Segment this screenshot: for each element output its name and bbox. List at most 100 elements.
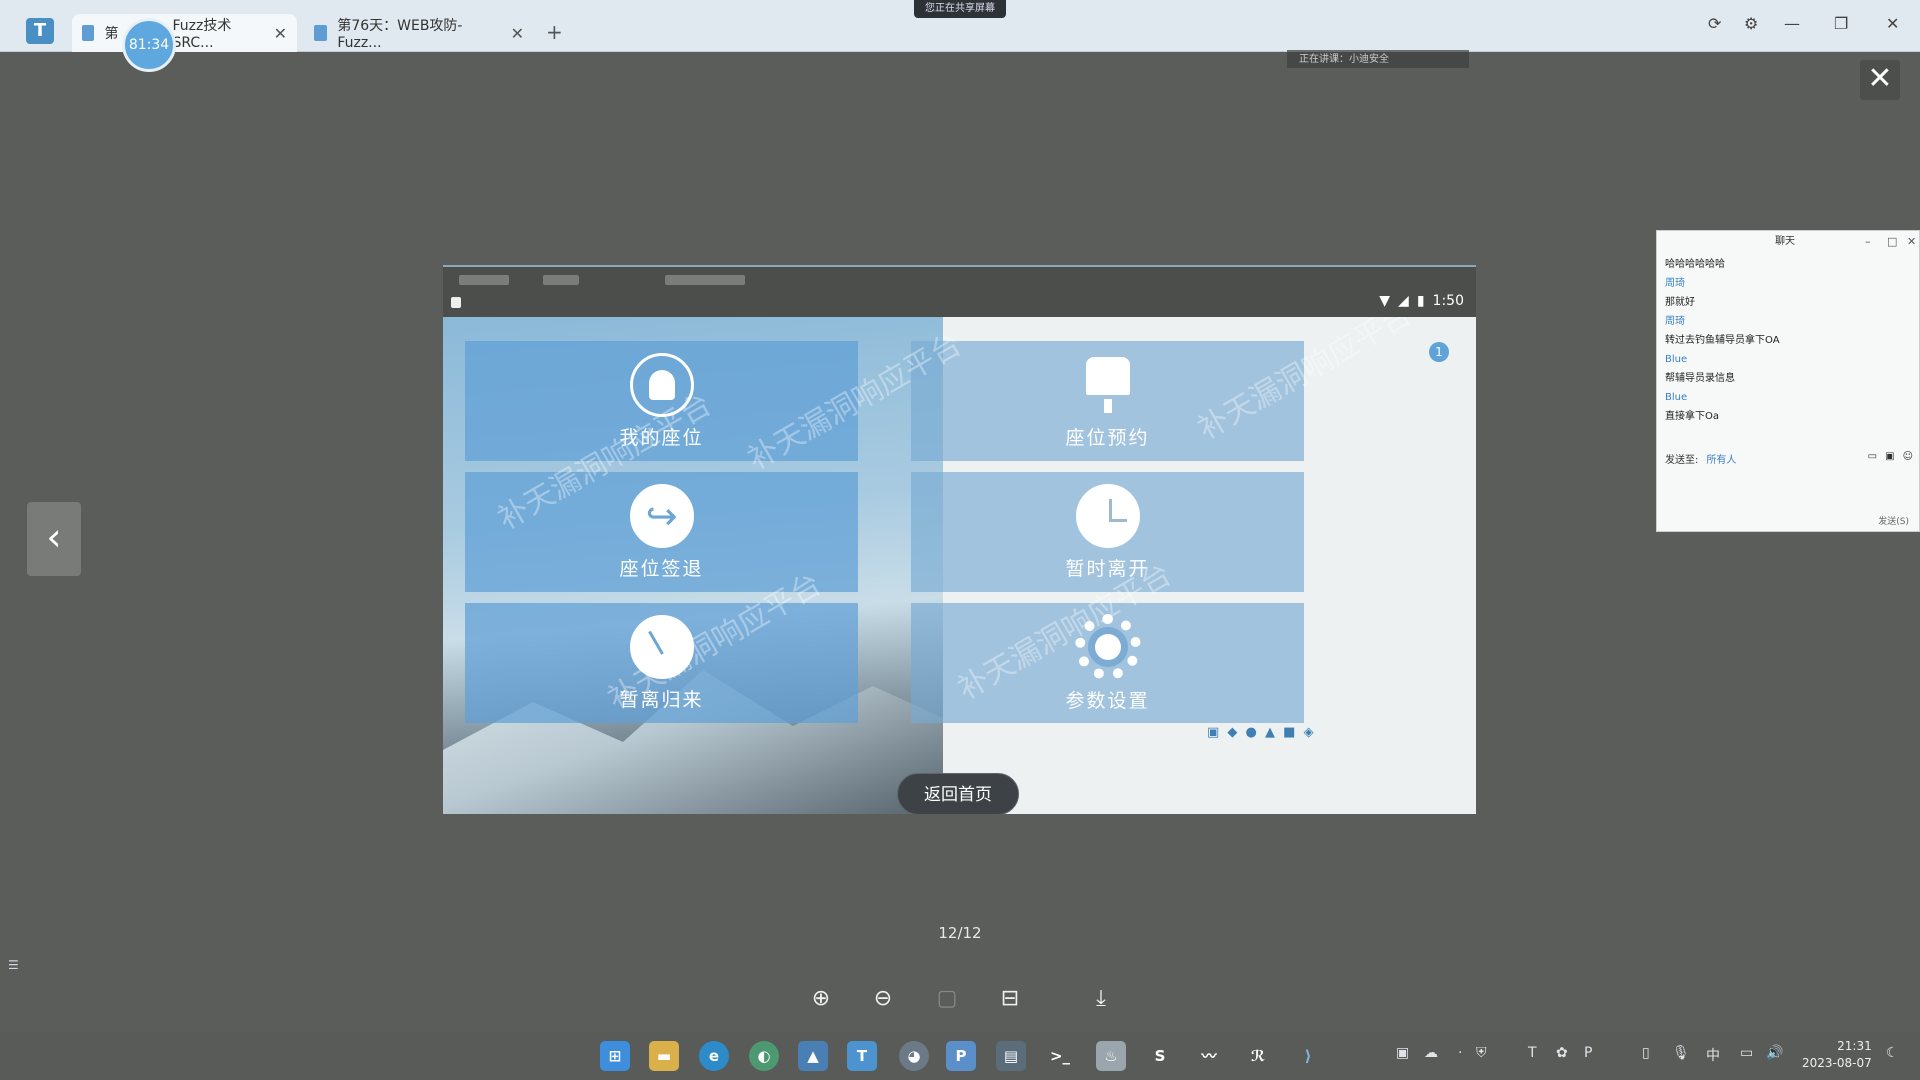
minimize-button[interactable]: – [1865, 231, 1871, 253]
zoom-in-icon[interactable]: ⊕ [806, 986, 836, 1011]
tile-settings[interactable]: 参数设置 [911, 603, 1304, 723]
refresh-icon[interactable]: ⟳ [1708, 14, 1721, 33]
settings-icon[interactable]: ⚙ [1744, 14, 1758, 33]
status-blur [459, 275, 509, 285]
tile-label: 我的座位 [619, 426, 704, 449]
person-icon[interactable]: ☺ [1903, 451, 1913, 466]
system-clock[interactable]: 21:31 2023-08-07 [1802, 1038, 1872, 1072]
screen-share-banner[interactable]: 您正在共享屏幕 [914, 0, 1006, 18]
phone-status: ▼ ◢ ▮ 1:50 [1379, 293, 1464, 309]
fit-screen-icon[interactable]: ▢ [932, 986, 962, 1011]
phone-screenshot: ▼ ◢ ▮ 1:50 我的座位 座位预约 座位签退 暂时离开 暂离归来 [443, 265, 1476, 814]
chat-title: 聊天 [1775, 236, 1795, 247]
input-method[interactable]: 中 [1706, 1045, 1720, 1065]
java-icon[interactable]: ♨ [1096, 1041, 1126, 1071]
tray-app-icon[interactable]: ▣ [1396, 1045, 1409, 1061]
send-to-label: 发送至: [1665, 455, 1699, 466]
phone-time: 1:50 [1432, 293, 1464, 309]
terminal-app-icon[interactable]: ▤ [996, 1041, 1026, 1071]
tab-fuzz-src[interactable]: 第 Fuzz技术SRC... ✕ [72, 14, 297, 52]
p-app-icon[interactable]: P [946, 1041, 976, 1071]
notification-badge[interactable]: 1 [1429, 342, 1449, 362]
tray-p-icon[interactable]: P [1584, 1045, 1592, 1061]
clock-date: 2023-08-07 [1802, 1056, 1872, 1070]
tray-gear-icon[interactable]: ✿ [1556, 1045, 1568, 1061]
tile-seat-signout[interactable]: 座位签退 [465, 472, 858, 592]
photos-icon[interactable]: ▲ [798, 1041, 828, 1071]
rotate-icon[interactable]: ⊟ [995, 986, 1025, 1011]
chat-message: 帮辅导员录信息 [1665, 373, 1735, 384]
chat-titlebar: 聊天 – □ ✕ [1657, 231, 1919, 253]
chat-message: 转过去钓鱼辅导员拿下OA [1665, 335, 1780, 346]
volume-icon[interactable]: 🔊 [1766, 1045, 1783, 1061]
chat-panel: 聊天 – □ ✕ 哈哈哈哈哈哈 周琦 那就好 周琦 转过去钓鱼辅导员拿下OA B… [1656, 230, 1920, 532]
image-icon[interactable]: ▣ [1885, 451, 1894, 466]
minimize-button[interactable]: — [1784, 14, 1800, 33]
start-menu-icon[interactable]: ⊞ [600, 1041, 630, 1071]
network-icon[interactable]: ▭ [1740, 1045, 1753, 1061]
tile-my-seat[interactable]: 我的座位 [465, 341, 858, 461]
tile-label: 参数设置 [1065, 689, 1150, 712]
tab-label: 第 [104, 26, 119, 42]
microphone-icon[interactable]: 🎙 [1672, 1045, 1690, 1061]
list-icon[interactable]: ☰ [8, 958, 19, 972]
chat-sender: 周琦 [1665, 278, 1685, 289]
signal-icon: ◢ [1398, 293, 1409, 309]
night-mode-icon[interactable]: ☾ [1886, 1045, 1899, 1061]
chat-message: 直接拿下Oa [1665, 411, 1719, 422]
dragon-app-icon[interactable]: ℛ [1243, 1041, 1273, 1071]
close-window-button[interactable]: ✕ [1886, 14, 1899, 33]
chat-message: 那就好 [1665, 297, 1695, 308]
download-icon[interactable]: ⤓ [1086, 986, 1116, 1011]
app-logo-icon[interactable]: T [26, 18, 54, 44]
clock-icon [1075, 483, 1140, 548]
edge-browser-icon[interactable]: e [699, 1041, 729, 1071]
vscode-icon[interactable]: ⟩ [1293, 1041, 1323, 1071]
shield-icon[interactable]: ⛨ [1476, 1045, 1487, 1061]
tray-dot-icon[interactable]: · [1458, 1045, 1462, 1061]
folder-icon[interactable]: ▭ [1868, 451, 1877, 466]
tab-web-fuzz[interactable]: 第76天：WEB攻防-Fuzz... ✕ [304, 14, 534, 52]
app-screen: 我的座位 座位预约 座位签退 暂时离开 暂离归来 参数设置 1 补天漏洞响应平台… [443, 317, 1476, 814]
signout-icon [629, 483, 694, 548]
status-blur [543, 275, 579, 285]
image-counter: 12/12 [938, 924, 982, 942]
previous-image-button[interactable]: ‹ [27, 502, 81, 576]
chair-icon [1076, 353, 1140, 417]
chat-app-icon[interactable]: ◐ [749, 1041, 779, 1071]
lock-icon [451, 297, 461, 308]
close-tab-icon[interactable]: ✕ [511, 24, 524, 43]
chat-send-to: 发送至: 所有人 ▭ ▣ ☺ [1665, 451, 1913, 466]
close-button[interactable]: ✕ [1907, 231, 1916, 253]
tab-label-tail: Fuzz技术SRC... [172, 18, 232, 51]
paint-icon[interactable]: ◕ [899, 1041, 929, 1071]
document-icon [82, 25, 95, 41]
new-tab-button[interactable]: + [546, 20, 563, 44]
tray-meeting-icon[interactable]: T [1528, 1045, 1537, 1061]
wireshark-icon[interactable]: 〰 [1194, 1041, 1224, 1071]
maximize-button[interactable]: □ [1887, 231, 1897, 253]
close-viewer-button[interactable]: ✕ [1860, 60, 1900, 100]
tile-label: 暂离归来 [619, 688, 704, 711]
send-to-select[interactable]: 所有人 [1706, 451, 1736, 466]
wifi-icon: ▼ [1379, 293, 1391, 309]
close-tab-icon[interactable]: ✕ [274, 24, 287, 43]
tencent-meeting-icon[interactable]: T [847, 1041, 877, 1071]
tile-return-from-leave[interactable]: 暂离归来 [465, 603, 858, 723]
phone-icon[interactable]: ▯ [1642, 1045, 1650, 1061]
tray-cloud-icon[interactable]: ☁ [1424, 1045, 1438, 1061]
terminal-icon[interactable]: >_ [1045, 1041, 1075, 1071]
file-explorer-icon[interactable]: ▬ [649, 1041, 679, 1071]
tile-temporary-leave[interactable]: 暂时离开 [911, 472, 1304, 592]
recording-timer: 81:34 [122, 18, 176, 72]
restore-button[interactable]: ❐ [1834, 14, 1848, 33]
sublime-icon[interactable]: S [1145, 1041, 1175, 1071]
document-icon [314, 25, 328, 41]
tile-seat-reservation[interactable]: 座位预约 [911, 341, 1304, 461]
return-home-button[interactable]: 返回首页 [897, 773, 1019, 814]
chat-messages: 哈哈哈哈哈哈 周琦 那就好 周琦 转过去钓鱼辅导员拿下OA Blue 帮辅导员录… [1657, 253, 1919, 428]
sponsor-logos: ▣ ◆ ● ▲ ■ ◈ [1207, 725, 1316, 740]
send-button[interactable]: 发送(S) [1878, 514, 1909, 527]
zoom-out-icon[interactable]: ⊖ [868, 986, 898, 1011]
chat-message: 哈哈哈哈哈哈 [1665, 259, 1725, 270]
